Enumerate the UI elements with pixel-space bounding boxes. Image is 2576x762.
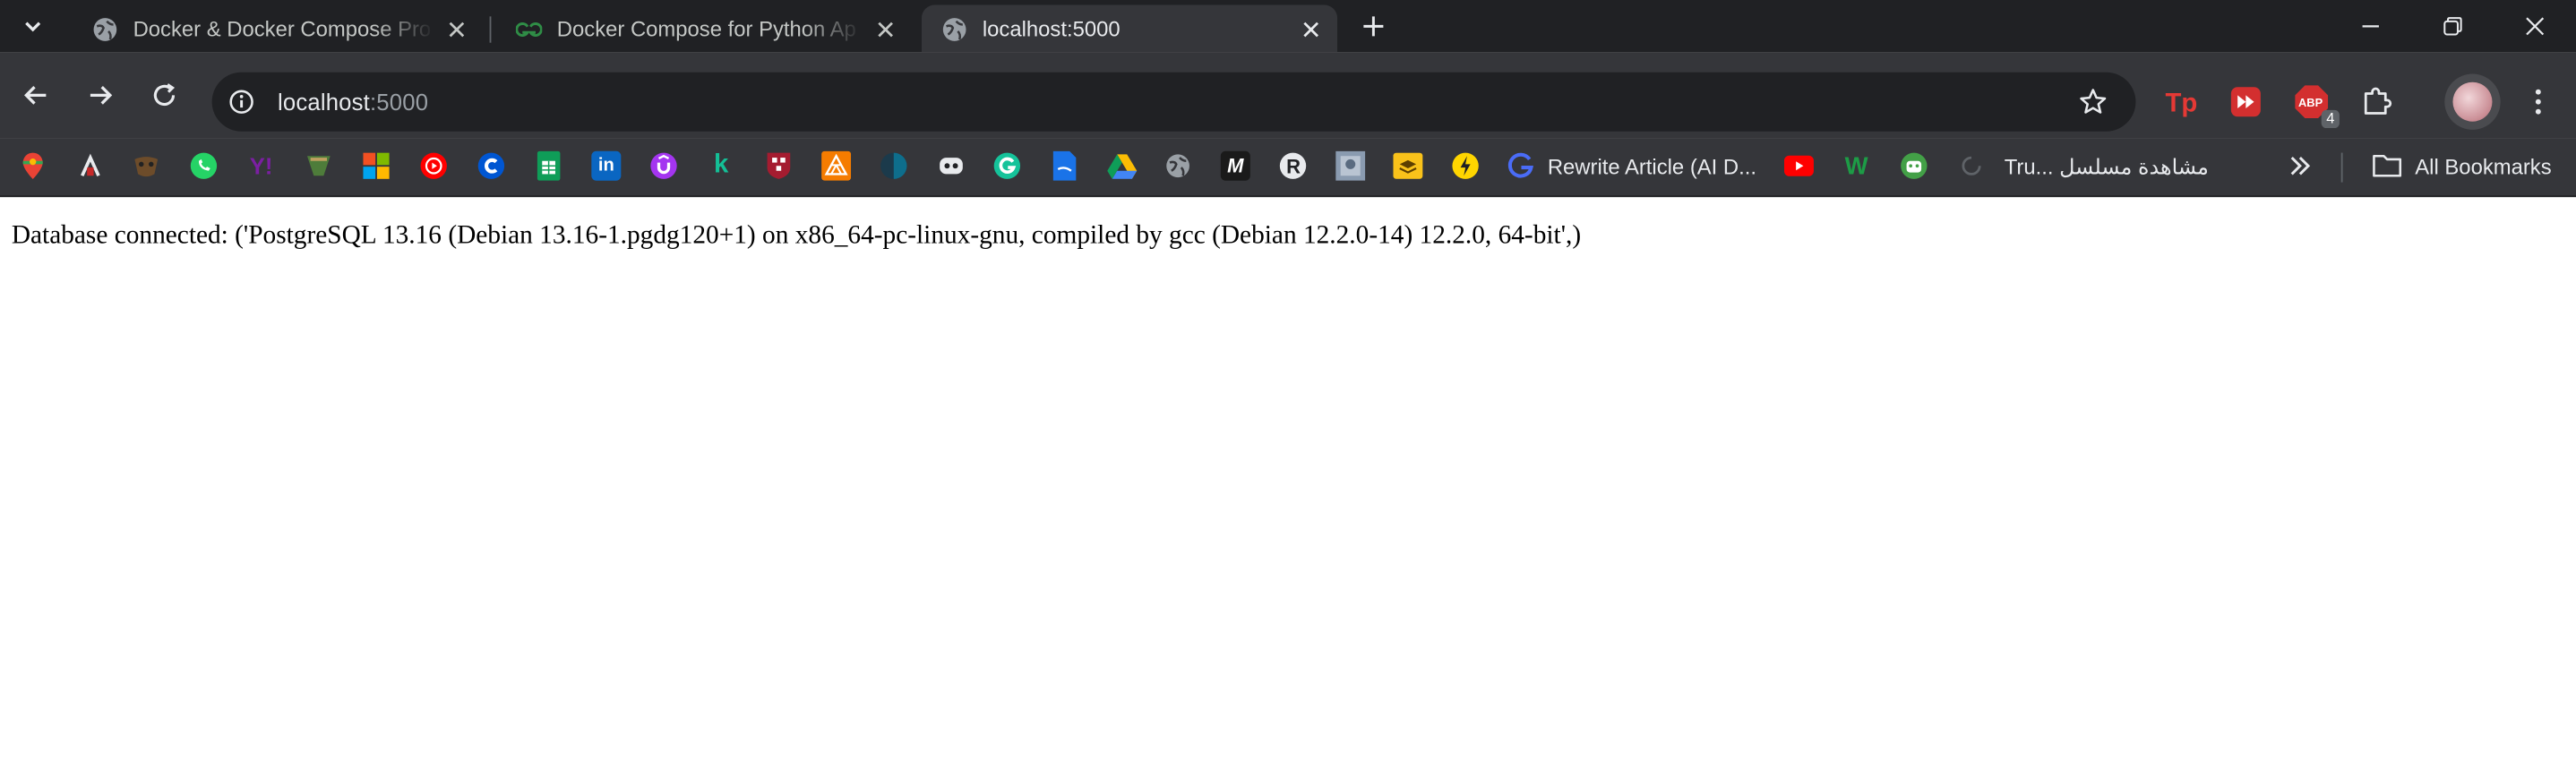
tab-strip: Docker & Docker Compose Pro Docker Compo… bbox=[0, 0, 2576, 53]
close-tab-icon[interactable] bbox=[872, 15, 898, 41]
loading-icon[interactable] bbox=[1957, 151, 1987, 181]
puzzle-icon[interactable] bbox=[2359, 84, 2395, 120]
minimize-button[interactable] bbox=[2330, 0, 2412, 53]
page-content: Database connected: ('PostgreSQL 13.16 (… bbox=[0, 198, 2576, 762]
game-icon[interactable] bbox=[304, 151, 333, 181]
close-window-button[interactable] bbox=[2494, 0, 2576, 53]
image-icon[interactable] bbox=[1335, 150, 1366, 181]
whatsapp-icon[interactable] bbox=[189, 151, 219, 181]
bookmarks-divider bbox=[2340, 152, 2343, 183]
bookmark-star-icon[interactable] bbox=[2076, 85, 2109, 118]
url-port: :5000 bbox=[369, 89, 429, 116]
svg-text:ABP: ABP bbox=[2298, 96, 2323, 109]
linkedin-icon[interactable]: in bbox=[591, 150, 622, 181]
youtube-icon[interactable] bbox=[1783, 151, 1814, 181]
reload-icon bbox=[153, 83, 176, 107]
url-host: localhost bbox=[277, 89, 370, 116]
adblock-icon[interactable]: ABP 4 bbox=[2294, 84, 2340, 129]
bulb-icon[interactable] bbox=[1451, 151, 1481, 181]
folder-icon[interactable] bbox=[2373, 151, 2402, 181]
video-speed-icon[interactable] bbox=[2228, 84, 2263, 120]
grammarly-icon[interactable] bbox=[992, 151, 1022, 181]
plus-icon bbox=[1363, 16, 1384, 37]
docs-icon[interactable] bbox=[1050, 150, 1079, 181]
restore-icon bbox=[2443, 17, 2462, 36]
profile-avatar[interactable] bbox=[2452, 81, 2493, 122]
app-icon[interactable] bbox=[75, 151, 105, 181]
r-icon[interactable]: R bbox=[1278, 151, 1308, 181]
bookmark-arabic-series[interactable]: Tru... مشاهدة مسلسل bbox=[2005, 154, 2209, 180]
tab-docker-compose-pro[interactable]: Docker & Docker Compose Pro bbox=[73, 5, 484, 53]
harvard-icon[interactable] bbox=[764, 151, 794, 181]
rewrite-article-icon[interactable] bbox=[1507, 151, 1536, 181]
globe-icon bbox=[92, 15, 118, 41]
svg-text:Tp: Tp bbox=[2165, 89, 2197, 118]
more-vert-icon bbox=[2535, 89, 2541, 115]
globe-icon[interactable] bbox=[1163, 151, 1193, 181]
tab-localhost[interactable]: localhost:5000 bbox=[921, 4, 1338, 53]
android-bot-icon[interactable] bbox=[1899, 151, 1928, 181]
all-bookmarks-label[interactable]: All Bookmarks bbox=[2415, 154, 2551, 179]
medium-icon[interactable]: M bbox=[1220, 150, 1250, 181]
mask-icon[interactable] bbox=[132, 151, 161, 181]
udemy-icon[interactable] bbox=[649, 151, 679, 181]
microsoft-icon[interactable] bbox=[362, 151, 391, 181]
adblock-badge: 4 bbox=[2321, 109, 2340, 129]
chevron-down-icon bbox=[25, 21, 41, 32]
new-tab-button[interactable] bbox=[1355, 8, 1391, 44]
maps-icon[interactable] bbox=[18, 151, 47, 181]
tab-title: localhost:5000 bbox=[982, 16, 1121, 41]
address-bar[interactable]: localhost:5000 bbox=[211, 72, 2136, 132]
close-tab-icon[interactable] bbox=[1298, 15, 1324, 41]
forward-button[interactable] bbox=[77, 73, 123, 118]
tab-title: Docker & Docker Compose Pro bbox=[133, 16, 432, 41]
restore-button[interactable] bbox=[2412, 0, 2494, 53]
triangles-icon[interactable] bbox=[821, 150, 852, 181]
khan-icon[interactable]: k bbox=[707, 151, 736, 181]
bookmarks-bar: Y! in k M R Rewrite Article (AI D... W T… bbox=[0, 138, 2576, 198]
tab-divider bbox=[489, 16, 492, 43]
chevron-double-right-icon[interactable] bbox=[2285, 151, 2314, 181]
youtube-music-icon[interactable] bbox=[419, 151, 449, 181]
url-text[interactable]: localhost:5000 bbox=[278, 89, 428, 115]
svg-text:R: R bbox=[1286, 155, 1301, 177]
drive-icon[interactable] bbox=[1107, 151, 1138, 181]
bot-icon[interactable] bbox=[936, 151, 966, 181]
close-icon bbox=[2526, 17, 2545, 36]
tab-title: Docker Compose for Python Ap bbox=[556, 16, 856, 41]
globe-icon bbox=[941, 15, 967, 41]
bookmark-rewrite-article[interactable]: Rewrite Article (AI D... bbox=[1548, 154, 1756, 179]
reload-button[interactable] bbox=[142, 73, 187, 118]
tab-docker-compose-python[interactable]: Docker Compose for Python Ap bbox=[496, 5, 912, 53]
minimize-icon bbox=[2362, 25, 2379, 28]
yahoo-icon[interactable]: Y! bbox=[246, 151, 276, 181]
tp-icon[interactable]: Tp bbox=[2164, 84, 2200, 120]
database-status-text: Database connected: ('PostgreSQL 13.16 (… bbox=[11, 221, 1582, 250]
arrow-right-icon bbox=[90, 86, 113, 105]
coursera-icon[interactable] bbox=[477, 151, 506, 181]
back-button[interactable] bbox=[13, 73, 59, 118]
w-icon[interactable]: W bbox=[1842, 151, 1871, 181]
arrow-left-icon bbox=[24, 86, 47, 105]
dark-circle-icon[interactable] bbox=[879, 151, 908, 181]
site-info-icon[interactable] bbox=[219, 79, 264, 124]
close-tab-icon[interactable] bbox=[443, 15, 469, 41]
chrome-menu-button[interactable] bbox=[2521, 82, 2555, 122]
tab-search-button[interactable] bbox=[13, 8, 53, 44]
sheets-icon[interactable] bbox=[534, 150, 563, 181]
stack-icon[interactable] bbox=[1393, 151, 1423, 181]
geeksforgeeks-icon bbox=[515, 15, 543, 41]
